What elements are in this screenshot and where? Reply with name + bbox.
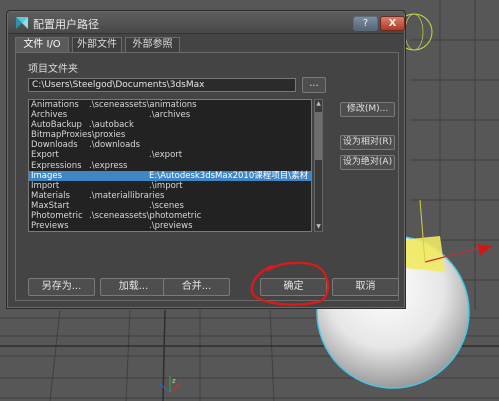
red-circle-annotation <box>250 261 330 306</box>
